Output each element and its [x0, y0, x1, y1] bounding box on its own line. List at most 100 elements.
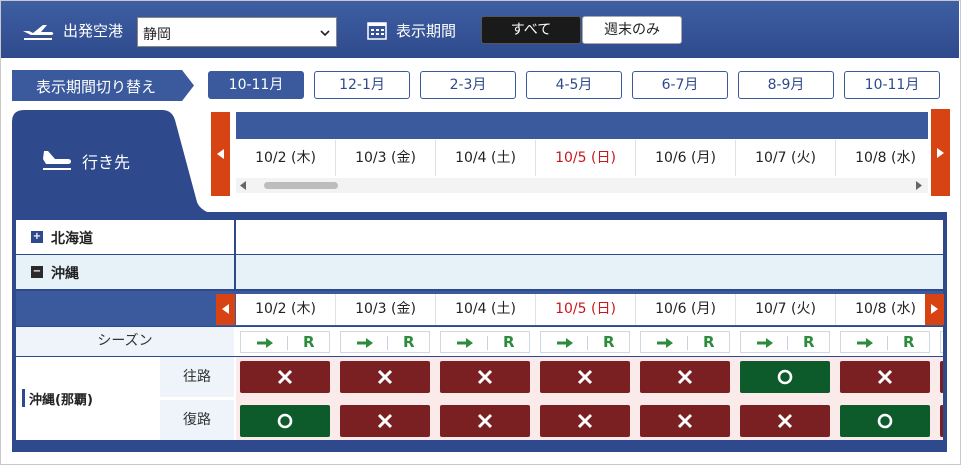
period-tab[interactable]: 12-1月	[314, 71, 410, 99]
circle-available-icon	[777, 369, 793, 385]
season-separator	[887, 336, 888, 350]
outbound-status-cell[interactable]	[340, 361, 430, 393]
date-header: 10/4 (土)	[436, 294, 536, 325]
top-next-button[interactable]	[931, 109, 950, 196]
date-header: 10/8 (水)	[836, 140, 928, 176]
season-separator	[387, 336, 388, 350]
cross-unavailable-icon	[377, 369, 393, 385]
arrow-right-icon	[657, 338, 673, 348]
outbound-status-cell[interactable]	[440, 361, 530, 393]
filter-weekend-button[interactable]: 週末のみ	[582, 16, 682, 44]
route-name-marker	[22, 389, 25, 407]
period-tab[interactable]: 6-7月	[632, 71, 728, 99]
return-status-cell[interactable]	[640, 405, 730, 437]
season-label: シーズン	[16, 327, 234, 356]
outbound-status-cell[interactable]	[740, 361, 830, 393]
top-date-strip-bar	[236, 112, 928, 139]
inner-next-button[interactable]	[925, 294, 944, 325]
outbound-status-cell[interactable]	[940, 361, 943, 393]
filter-all-button[interactable]: すべて	[481, 16, 581, 44]
season-letter: R	[303, 333, 315, 351]
arrow-right-icon	[857, 338, 873, 348]
scroll-left-icon[interactable]	[240, 181, 246, 190]
inner-date-strip: 10/2 (木) 10/3 (金) 10/4 (土) 10/5 (日) 10/6 (月)…	[236, 294, 925, 325]
season-cells: RRRRRRR	[236, 327, 943, 356]
region-row-hokkaido[interactable]: + 北海道	[16, 220, 943, 254]
scroll-right-icon[interactable]	[916, 181, 922, 190]
airport-select[interactable]: 静岡	[137, 17, 337, 47]
scrollbar-thumb[interactable]	[264, 182, 338, 189]
arrow-right-icon	[357, 338, 373, 348]
cross-unavailable-icon	[477, 369, 493, 385]
calendar-icon	[367, 22, 387, 40]
cross-unavailable-icon	[677, 369, 693, 385]
arrow-right-icon	[557, 338, 573, 348]
date-header: 10/3 (金)	[336, 140, 436, 176]
top-prev-button[interactable]	[211, 112, 230, 196]
arrow-right-icon	[931, 304, 938, 314]
cross-unavailable-icon	[777, 413, 793, 429]
outbound-status-cell[interactable]	[840, 361, 930, 393]
period-tab[interactable]: 8-9月	[738, 71, 834, 99]
season-separator	[487, 336, 488, 350]
season-letter: R	[603, 333, 615, 351]
season-separator	[787, 336, 788, 350]
inner-prev-button[interactable]	[216, 294, 235, 325]
cross-unavailable-icon	[577, 413, 593, 429]
return-status-cell[interactable]	[340, 405, 430, 437]
cross-unavailable-icon	[877, 369, 893, 385]
season-cell	[940, 331, 943, 353]
period-tab[interactable]: 2-3月	[420, 71, 516, 99]
outbound-status-cell[interactable]	[640, 361, 730, 393]
expand-plus-icon[interactable]: +	[31, 231, 43, 243]
region-name: 北海道	[51, 231, 93, 247]
period-tab[interactable]: 10-11月	[208, 71, 304, 99]
arrow-right-icon	[937, 148, 944, 158]
season-letter: R	[903, 333, 915, 351]
route-name: 沖縄(那覇)	[29, 393, 93, 408]
period-tab[interactable]: 10-11月	[844, 71, 940, 99]
region-name-cell: + 北海道	[16, 220, 234, 254]
cross-unavailable-icon	[477, 413, 493, 429]
period-tab[interactable]: 4-5月	[526, 71, 622, 99]
top-date-strip: 10/2 (木) 10/3 (金) 10/4 (土) 10/5 (日) 10/6 (月)…	[236, 140, 928, 176]
season-letter: R	[703, 333, 715, 351]
arrow-left-icon	[217, 149, 224, 159]
return-status-cell[interactable]	[940, 405, 943, 437]
date-header: 10/4 (土)	[436, 140, 536, 176]
season-cell: R	[740, 331, 830, 353]
region-name-cell: − 沖縄	[16, 255, 234, 289]
cross-unavailable-icon	[677, 413, 693, 429]
season-cell: R	[340, 331, 430, 353]
cross-unavailable-icon	[277, 369, 293, 385]
date-header: 10/2 (木)	[236, 140, 336, 176]
arrival-plane-icon	[43, 151, 71, 170]
date-header: 10/2 (木)	[236, 294, 336, 325]
destination-label: 行き先	[82, 153, 131, 172]
region-row-okinawa[interactable]: − 沖縄	[16, 255, 943, 289]
departure-label: 出発空港	[63, 22, 124, 40]
region-name: 沖縄	[51, 266, 79, 282]
arrow-right-icon	[457, 338, 473, 348]
arrow-right-icon	[257, 338, 273, 348]
return-status-cell[interactable]	[840, 405, 930, 437]
return-status-cell[interactable]	[240, 405, 330, 437]
period-switch-label: 表示期間切り替え	[36, 78, 157, 96]
region-row-fill	[236, 255, 943, 289]
return-status-cell[interactable]	[440, 405, 530, 437]
date-header: 10/3 (金)	[336, 294, 436, 325]
outbound-status-cell[interactable]	[540, 361, 630, 393]
horizontal-scrollbar[interactable]	[236, 178, 928, 193]
return-status-cell[interactable]	[540, 405, 630, 437]
return-status-cell[interactable]	[740, 405, 830, 437]
date-header: 10/7 (火)	[736, 294, 836, 325]
status-grid	[236, 357, 943, 440]
season-letter: R	[403, 333, 415, 351]
date-header: 10/6 (月)	[636, 140, 736, 176]
circle-available-icon	[877, 413, 893, 429]
collapse-minus-icon[interactable]: −	[31, 266, 43, 278]
chevron-down-icon	[320, 30, 330, 37]
route-name-cell: 沖縄(那覇)	[16, 357, 158, 440]
date-header: 10/8 (水)	[836, 294, 925, 325]
outbound-status-cell[interactable]	[240, 361, 330, 393]
